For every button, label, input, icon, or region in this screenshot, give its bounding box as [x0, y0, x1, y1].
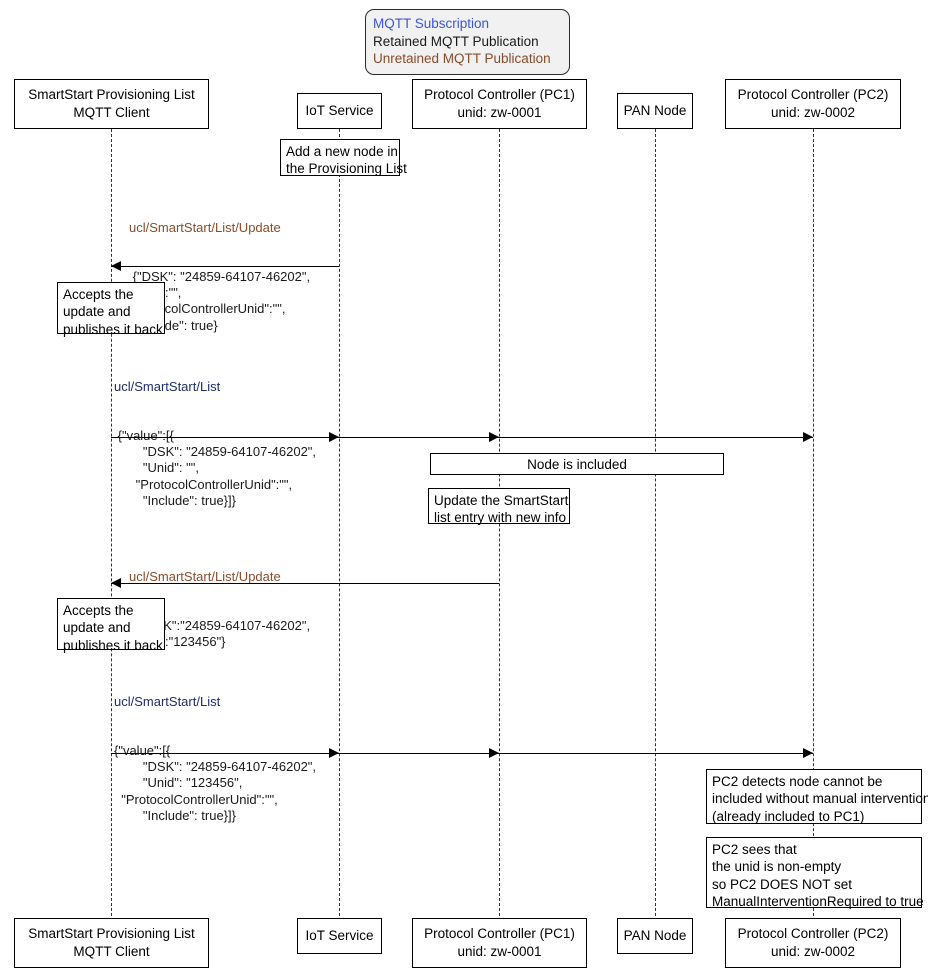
participant-pc1-top: Protocol Controller (PC1) unid: zw-0001 — [412, 79, 587, 129]
message-arrowhead-2a — [329, 432, 339, 442]
message-arrow-2 — [111, 437, 813, 438]
note-update-smartstart-list: Update the SmartStart list entry with ne… — [428, 488, 570, 525]
sequence-diagram-canvas: MQTT Subscription Retained MQTT Publicat… — [0, 0, 928, 972]
lifeline-mqtt-client — [111, 129, 112, 916]
legend-item-unretained: Unretained MQTT Publication — [373, 51, 551, 66]
note-add-new-node: Add a new node in the Provisioning List — [280, 139, 407, 176]
participant-pan-node-bottom: PAN Node — [617, 918, 693, 954]
participant-label-line2: unid: zw-0001 — [457, 944, 542, 959]
message-arrowhead-1 — [111, 261, 121, 271]
participant-label-line1: SmartStart Provisioning List — [28, 926, 195, 941]
message-arrow-3 — [111, 583, 499, 584]
participant-label-line2: unid: zw-0001 — [457, 105, 542, 120]
note-node-is-included: Node is included — [430, 453, 724, 475]
message-arrowhead-4a — [329, 748, 339, 758]
message-label-1: ucl/SmartStart/List/Update {"DSK": "2485… — [129, 188, 310, 366]
participant-label-line1: SmartStart Provisioning List — [28, 87, 195, 102]
note-pc2-detects: PC2 detects node cannot be included with… — [706, 769, 928, 824]
note-accepts-update-2: Accepts the update and publishes it back — [57, 598, 165, 653]
participant-pan-node-top: PAN Node — [617, 93, 693, 129]
message-topic-2: ucl/SmartStart/List — [114, 379, 221, 395]
participant-iot-service-bottom: IoT Service — [297, 918, 382, 954]
participant-label-line1: IoT Service — [305, 103, 374, 118]
message-arrow-1 — [111, 266, 339, 267]
message-label-4: ucl/SmartStart/List {"value":[{ "DSK": "… — [114, 662, 316, 856]
participant-label-line1: Protocol Controller (PC2) — [737, 87, 889, 102]
participant-label-line2: MQTT Client — [73, 944, 150, 959]
message-topic-4: ucl/SmartStart/List — [114, 694, 221, 710]
message-body-4: {"value":[{ "DSK": "24859-64107-46202", … — [114, 743, 317, 823]
participant-iot-service-top: IoT Service — [297, 93, 382, 129]
participant-label-line1: IoT Service — [305, 928, 374, 943]
message-arrowhead-2c — [803, 432, 813, 442]
participant-pc2-top: Protocol Controller (PC2) unid: zw-0002 — [725, 79, 901, 129]
participant-mqtt-client-bottom: SmartStart Provisioning List MQTT Client — [14, 918, 209, 968]
message-arrowhead-2b — [489, 432, 499, 442]
participant-label-line1: Protocol Controller (PC1) — [424, 87, 575, 102]
lifeline-iot-service — [339, 129, 340, 916]
participant-label-line1: Protocol Controller (PC1) — [424, 926, 575, 941]
message-label-2: ucl/SmartStart/List {"value":[{ "DSK": "… — [114, 347, 316, 541]
message-arrowhead-3 — [111, 578, 121, 588]
participant-label-line2: unid: zw-0002 — [770, 105, 856, 120]
participant-label-line1: Protocol Controller (PC2) — [737, 926, 889, 941]
note-accepts-update-1: Accepts the update and publishes it back — [57, 282, 165, 337]
participant-label-line2: unid: zw-0002 — [770, 944, 856, 959]
legend-item-subscription: MQTT Subscription — [373, 16, 490, 31]
participant-label-line2: MQTT Client — [73, 105, 150, 120]
message-arrow-4 — [111, 753, 813, 754]
message-arrowhead-4b — [489, 748, 499, 758]
participant-pc1-bottom: Protocol Controller (PC1) unid: zw-0001 — [412, 918, 587, 968]
participant-mqtt-client-top: SmartStart Provisioning List MQTT Client — [14, 79, 209, 129]
participant-label-line1: PAN Node — [623, 928, 687, 943]
lifeline-pan-node — [655, 129, 656, 916]
legend-item-retained: Retained MQTT Publication — [373, 33, 539, 49]
participant-label-line1: PAN Node — [623, 103, 687, 118]
mqtt-legend: MQTT Subscription Retained MQTT Publicat… — [365, 9, 570, 75]
note-pc2-sees: PC2 sees that the unid is non-empty so P… — [706, 837, 924, 909]
message-body-2: {"value":[{ "DSK": "24859-64107-46202", … — [117, 428, 317, 508]
participant-pc2-bottom: Protocol Controller (PC2) unid: zw-0002 — [725, 918, 901, 968]
message-arrowhead-4c — [803, 748, 813, 758]
message-topic-1: ucl/SmartStart/List/Update — [129, 220, 281, 236]
